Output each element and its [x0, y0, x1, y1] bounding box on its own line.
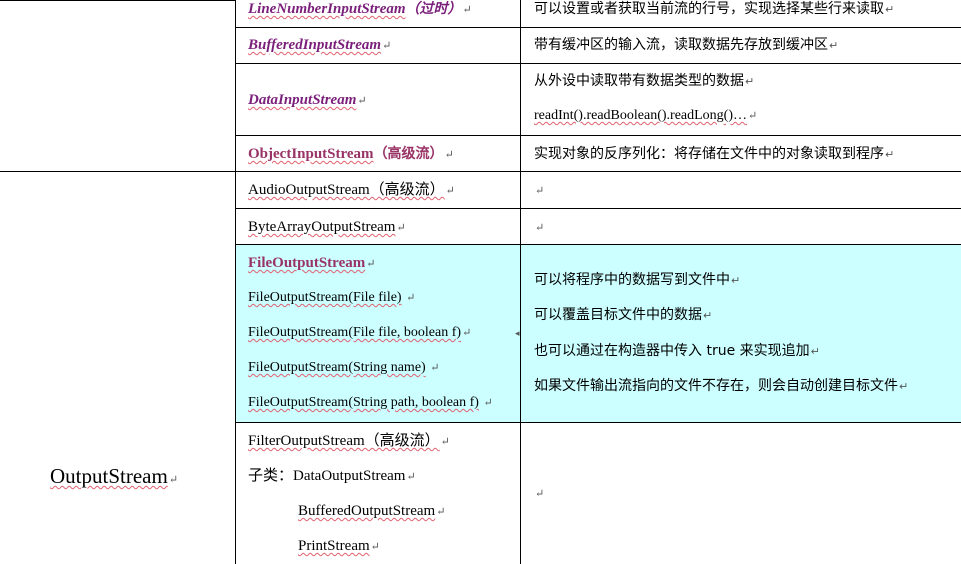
- paragraph-mark: ↵: [899, 380, 909, 393]
- paragraph-mark: ↵: [462, 327, 472, 339]
- row-description: readInt().readBoolean().readLong()…↵: [534, 107, 757, 125]
- paragraph-mark: ↵: [885, 148, 895, 161]
- paragraph-mark: ↵: [462, 4, 472, 16]
- row-description: ↵: [534, 181, 544, 200]
- subclass-label: 子类：DataOutputStream: [248, 468, 406, 484]
- class-name: FileOutputStream: [248, 255, 366, 271]
- paragraph-mark: ↵: [483, 397, 493, 409]
- row-description: 可以将程序中的数据写到文件中↵: [534, 271, 740, 290]
- paragraph-mark: ↵: [396, 222, 406, 234]
- table-grid-line: [0, 0, 235, 1]
- constructor-signature: FileOutputStream(String path, boolean f): [248, 395, 479, 410]
- paragraph-mark: ↵: [535, 488, 545, 500]
- group-label: OutputStream↵: [50, 464, 178, 492]
- table-grid-line: [235, 63, 961, 64]
- paragraph-mark: ↵: [168, 474, 179, 486]
- class-name: DataInputStream: [248, 92, 357, 108]
- row-description: 从外设中读取带有数据类型的数据↵: [534, 72, 754, 91]
- class-suffix: （过时）: [405, 1, 462, 17]
- description-line: 也可以通过在构造器中传入 true 来实现追加: [534, 343, 810, 359]
- paragraph-mark: ↵: [406, 471, 416, 483]
- paragraph-mark: ↵: [366, 258, 376, 270]
- table-row: FileOutputStream↵: [248, 254, 375, 273]
- row-description: ↵: [534, 218, 544, 237]
- row-description: 也可以通过在构造器中传入 true 来实现追加↵: [534, 342, 820, 361]
- cell-marker-icon: ◂: [515, 328, 520, 338]
- row-description: 实现对象的反序列化：将存储在文件中的对象读取到程序↵: [534, 145, 894, 164]
- paragraph-mark: ↵: [748, 110, 758, 122]
- description-line: 实现对象的反序列化：将存储在文件中的对象读取到程序: [534, 146, 884, 162]
- paragraph-mark: ↵: [445, 185, 455, 197]
- paragraph-mark: ↵: [430, 362, 440, 374]
- class-name: AudioOutputStream（高级流）: [248, 182, 445, 198]
- subclass-line: PrintStream↵: [298, 537, 380, 556]
- paragraph-mark: ↵: [731, 274, 741, 287]
- row-description: 可以覆盖目标文件中的数据↵: [534, 306, 712, 325]
- row-description: ↵: [534, 484, 544, 503]
- paragraph-mark: ↵: [703, 309, 713, 322]
- paragraph-mark: ↵: [406, 292, 416, 304]
- paragraph-mark: ↵: [885, 3, 895, 16]
- paragraph-mark: ↵: [810, 345, 820, 358]
- table-grid-line: [235, 135, 961, 136]
- table-row: ByteArrayOutputStream↵: [248, 218, 406, 237]
- subclass-name: BufferedOutputStream: [298, 503, 436, 519]
- table-grid-line: [235, 422, 961, 423]
- table-row: BufferedInputStream↵: [248, 36, 391, 55]
- description-line: 如果文件输出流指向的文件不存在，则会自动创建目标文件: [534, 378, 898, 394]
- constructor-signature: FileOutputStream(File file, boolean f): [248, 325, 462, 340]
- description-line: 可以覆盖目标文件中的数据: [534, 307, 702, 323]
- subclass-line: BufferedOutputStream↵: [298, 502, 445, 521]
- table-row: FilterOutputStream（高级流）↵: [248, 432, 450, 451]
- paragraph-mark: ↵: [535, 222, 545, 234]
- paragraph-mark: ↵: [436, 506, 446, 518]
- constructor-signature: FileOutputStream(String name): [248, 360, 426, 375]
- table-grid-line: [235, 27, 961, 28]
- description-line: 可以将程序中的数据写到文件中: [534, 272, 730, 288]
- table-grid-line: [235, 0, 236, 564]
- row-description: 如果文件输出流指向的文件不存在，则会自动创建目标文件↵: [534, 377, 908, 396]
- table-row: DataInputStream↵: [248, 91, 367, 110]
- class-name: FilterOutputStream（高级流）: [248, 433, 440, 449]
- row-description: 带有缓冲区的输入流，读取数据先存放到缓冲区↵: [534, 36, 838, 55]
- constructor-line: FileOutputStream(File file) ↵: [248, 289, 415, 307]
- constructor-line: FileOutputStream(String name) ↵: [248, 359, 439, 377]
- table-grid-line: [235, 208, 961, 209]
- row-description: 可以设置或者获取当前流的行号，实现选择某些行来读取↵: [534, 0, 894, 19]
- paragraph-mark: ↵: [357, 95, 367, 107]
- constructor-line: FileOutputStream(String path, boolean f)…: [248, 394, 493, 412]
- constructor-signature: FileOutputStream(File file): [248, 290, 402, 305]
- paragraph-mark: ↵: [535, 185, 545, 197]
- class-name: ObjectInputStream: [248, 146, 374, 162]
- class-name: BufferedInputStream: [248, 37, 382, 53]
- table-row: ObjectInputStream（高级流）↵: [248, 145, 454, 164]
- paragraph-mark: ↵: [370, 541, 380, 553]
- description-line: 可以设置或者获取当前流的行号，实现选择某些行来读取: [534, 1, 884, 17]
- class-name: LineNumberInputStream: [248, 1, 406, 17]
- description-line: 从外设中读取带有数据类型的数据: [534, 73, 744, 89]
- paragraph-mark: ↵: [382, 40, 392, 52]
- paragraph-mark: ↵: [440, 436, 450, 448]
- description-line: 带有缓冲区的输入流，读取数据先存放到缓冲区: [534, 37, 828, 53]
- paragraph-mark: ↵: [444, 149, 454, 161]
- constructor-line: FileOutputStream(File file, boolean f)↵: [248, 324, 471, 342]
- subclass-name: PrintStream: [298, 538, 370, 554]
- table-grid-line: [520, 0, 521, 564]
- table-row: LineNumberInputStream（过时）↵: [248, 0, 472, 19]
- description-line: readInt().readBoolean().readLong()…: [534, 108, 748, 123]
- table-row: AudioOutputStream（高级流）↵: [248, 181, 455, 200]
- output-stream-label: OutputStream: [50, 464, 168, 488]
- paragraph-mark: ↵: [829, 39, 839, 52]
- table-grid-line: [235, 244, 961, 245]
- class-suffix: （高级流）: [373, 146, 444, 162]
- subclass-line: 子类：DataOutputStream↵: [248, 467, 416, 486]
- class-name: ByteArrayOutputStream: [248, 219, 396, 235]
- paragraph-mark: ↵: [745, 75, 755, 88]
- table-grid-line: [0, 171, 961, 172]
